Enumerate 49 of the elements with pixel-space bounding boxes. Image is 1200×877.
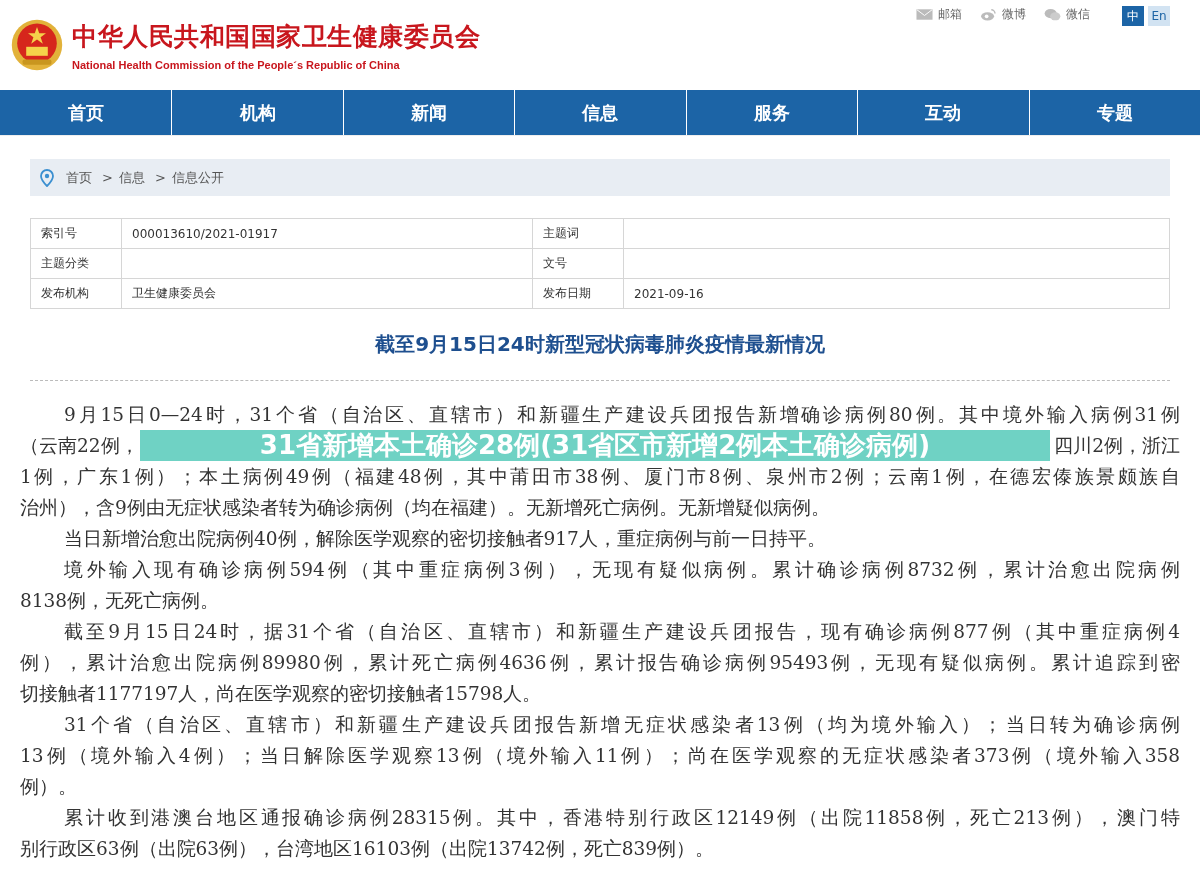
table-label: 发布机构 bbox=[41, 286, 89, 300]
paragraph-line: 治州），含9例由无症状感染者转为确诊病例（均在福建）。无新增死亡病例。无新增疑似病例。 bbox=[20, 496, 831, 520]
breadcrumb-link[interactable]: 信息公开 bbox=[171, 168, 224, 187]
paragraph-line: 例），累计治愈出院病例89980例，累计死亡病例4636例，累计报告确诊病例95493例，无现有疑似病例。累计追踪到密 bbox=[20, 651, 1180, 675]
paragraph-line: 31个省（自治区、直辖市）和新疆生产建设兵团报告新增无症状感染者13例（均为境外输入）；当日转为确诊病例 bbox=[63, 713, 1180, 737]
nav-item[interactable]: 新闻 bbox=[342, 90, 515, 135]
language-tab[interactable]: En bbox=[1148, 6, 1170, 26]
nav-item[interactable]: 专题 bbox=[1028, 90, 1200, 135]
language-tab[interactable]: 中 bbox=[1122, 6, 1144, 26]
paragraph-line: 累计收到港澳台地区通报确诊病例28315例。其中，香港特别行政区12149例（出院11858例，死亡213例），澳门特 bbox=[63, 806, 1180, 830]
breadcrumb-link[interactable]: 信息 bbox=[118, 168, 145, 187]
header-link[interactable]: 微信 bbox=[1044, 6, 1090, 23]
table-cell: 2021-09-16 bbox=[634, 286, 704, 301]
location-pin-icon bbox=[40, 168, 54, 187]
table-label: 索引号 bbox=[41, 226, 77, 240]
paragraph-line: 境外输入现有确诊病例594例（其中重症病例3例），无现有疑似病例。累计确诊病例8732例，累计治愈出院病例 bbox=[63, 558, 1180, 582]
breadcrumb-link[interactable]: 首页 bbox=[66, 168, 92, 187]
table-cell: 卫生健康委员会 bbox=[132, 286, 216, 300]
nav-item[interactable]: 机构 bbox=[171, 90, 343, 135]
nav-item[interactable]: 服务 bbox=[685, 90, 858, 135]
paragraph-line: 当日新增治愈出院病例40例，解除医学观察的密切接触者917人，重症病例与前一日持平。 bbox=[63, 527, 827, 551]
header-link[interactable]: 邮箱 bbox=[916, 6, 962, 23]
article-title: 截至9月15日24时新型冠状病毒肺炎疫情最新情况 bbox=[374, 331, 826, 358]
paragraph-line: 切接触者1177197人，尚在医学观察的密切接触者15798人。 bbox=[20, 682, 543, 706]
nav-item[interactable]: 首页 bbox=[0, 90, 172, 135]
header-link[interactable]: 微博 bbox=[980, 6, 1026, 23]
paragraph-line: 1例，广东1例）；本土病例49例（福建48例，其中莆田市38例、厦门市8例、泉州市2例；云南1例，在德宏傣族景颇族自 bbox=[20, 465, 1180, 489]
headline-banner: 31省新增本土确诊28例(31省区市新增2例本土确诊病例) bbox=[140, 430, 1050, 461]
table-label: 发布日期 bbox=[543, 286, 591, 300]
paragraph-text: 四川2例，浙江 bbox=[1054, 434, 1180, 458]
breadcrumb-separator: > bbox=[102, 170, 113, 185]
paragraph-line: 9月15日0—24时，31个省（自治区、直辖市）和新疆生产建设兵团报告新增确诊病例80例。其中境外输入病例31例 bbox=[63, 403, 1180, 427]
breadcrumb-separator: > bbox=[154, 170, 166, 185]
nav-item[interactable]: 互动 bbox=[857, 90, 1029, 135]
paragraph-text: （云南22例， bbox=[20, 434, 139, 458]
paragraph-line: 13例（境外输入4例）；当日解除医学观察13例（境外输入11例）；尚在医学观察的无症状感染者373例（境外输入358 bbox=[20, 744, 1180, 768]
table-label: 主题词 bbox=[543, 226, 579, 240]
site-subtitle: National Health Commission of the People´s Republic of China bbox=[72, 58, 401, 71]
site-title: 中华人民共和国国家卫生健康委员会 bbox=[72, 20, 480, 53]
table-label: 文号 bbox=[543, 256, 567, 270]
emblem-icon bbox=[10, 18, 64, 72]
paragraph-line: 8138例，无死亡病例。 bbox=[20, 589, 221, 613]
table-cell: 000013610/2021-01917 bbox=[132, 226, 278, 241]
paragraph-line: 别行政区63例（出院63例），台湾地区16103例（出院13742例，死亡839例）。 bbox=[20, 837, 716, 861]
nav-item[interactable]: 信息 bbox=[514, 90, 686, 135]
paragraph-line: 截至9月15日24时，据31个省（自治区、直辖市）和新疆生产建设兵团报告，现有确诊病例877例（其中重症病例4 bbox=[63, 620, 1180, 644]
table-label: 主题分类 bbox=[41, 256, 89, 270]
mail-icon bbox=[916, 8, 933, 21]
paragraph-line: 例）。 bbox=[20, 775, 78, 799]
